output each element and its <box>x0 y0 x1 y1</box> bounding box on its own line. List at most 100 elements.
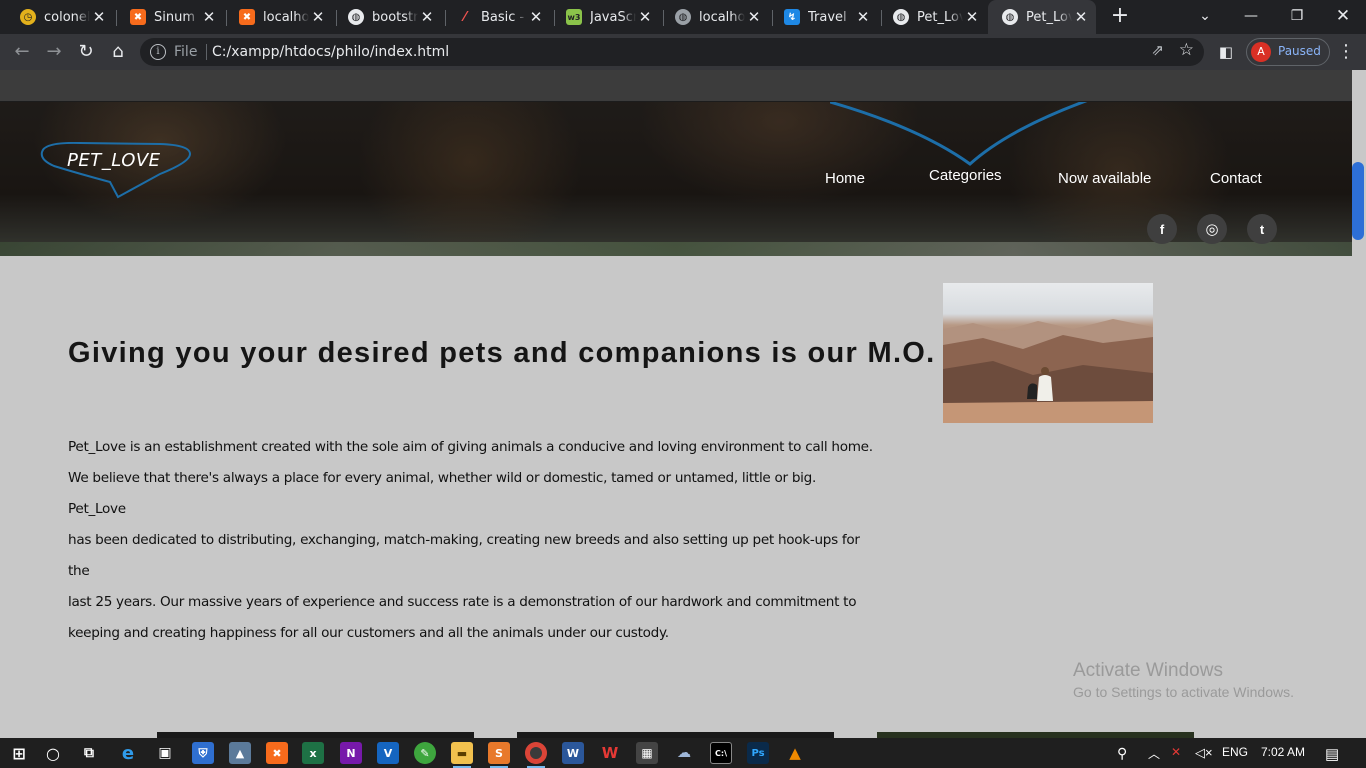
globe-icon: ◍ <box>348 9 364 25</box>
task-view-icon[interactable]: ⧉ <box>78 742 100 764</box>
minimize-button[interactable]: — <box>1228 0 1274 34</box>
avatar: A <box>1251 42 1271 62</box>
show-hidden-icons-chevron-icon[interactable]: ︿ <box>1148 745 1160 762</box>
close-tab-icon[interactable]: ✕ <box>854 8 872 26</box>
browser-tab[interactable]: ◍ bootstra ✕ <box>334 0 442 34</box>
nav-now-available[interactable]: Now available <box>1058 170 1151 187</box>
page-scrollbar[interactable] <box>1352 70 1366 738</box>
scrimba-icon: ⁄ <box>457 9 473 25</box>
browser-tab[interactable]: ✖ Sinum re ✕ <box>116 0 224 34</box>
restore-button[interactable]: ❐ <box>1274 0 1320 34</box>
photoshop-icon[interactable]: Ps <box>747 742 769 764</box>
xampp-icon[interactable]: ✖ <box>266 742 288 764</box>
address-bar[interactable]: i File C:/xampp/htdocs/philo/index.html … <box>140 38 1204 66</box>
close-tab-icon[interactable]: ✕ <box>200 8 218 26</box>
chrome-icon[interactable] <box>525 742 547 768</box>
green-app-icon[interactable]: ✎ <box>414 742 436 764</box>
reload-button[interactable]: ↻ <box>72 38 100 66</box>
close-tab-icon[interactable]: ✕ <box>636 8 654 26</box>
photos-icon[interactable]: ▲ <box>229 742 251 764</box>
close-tab-icon[interactable]: ✕ <box>527 8 545 26</box>
site-logo[interactable]: PET_LOVE <box>40 142 192 202</box>
share-icon[interactable]: ⇗ <box>1151 41 1164 59</box>
notifications-icon[interactable]: ▤ <box>1325 745 1339 763</box>
close-tab-icon[interactable]: ✕ <box>418 8 436 26</box>
cloud-app-icon[interactable]: ☁ <box>673 742 695 764</box>
edge-icon[interactable]: e <box>117 742 139 764</box>
browser-tab[interactable]: w3 JavaScri ✕ <box>552 0 660 34</box>
browser-tab[interactable]: ◍ Pet_Love ✕ <box>879 0 987 34</box>
browser-tab-active[interactable]: ◍ Pet_Love ✕ <box>988 0 1096 34</box>
globe-icon: ◍ <box>1002 9 1018 25</box>
browser-tab[interactable]: ↯ Travel ✕ <box>770 0 878 34</box>
wps-office-icon[interactable]: W <box>599 742 621 764</box>
volume-muted-icon[interactable]: ◁× <box>1195 745 1213 761</box>
browser-tab[interactable]: ◷ coloneli ✕ <box>6 0 114 34</box>
scrollbar-thumb[interactable] <box>1352 162 1364 240</box>
facebook-icon[interactable]: f <box>1147 214 1177 244</box>
about-paragraph: Pet_Love is an establishment created wit… <box>68 432 873 649</box>
side-panel-icon[interactable]: ◧ <box>1212 38 1240 66</box>
forward-button[interactable]: → <box>40 38 68 66</box>
bookmark-star-icon[interactable]: ☆ <box>1179 40 1194 60</box>
tab-title: bootstra <box>372 9 418 25</box>
word-icon[interactable]: W <box>562 742 584 764</box>
twitter-icon[interactable]: t <box>1247 214 1277 244</box>
tab-title: coloneli <box>44 9 90 25</box>
new-tab-button[interactable]: + <box>1108 4 1132 28</box>
vscode-icon[interactable]: V <box>377 742 399 764</box>
logo-text: PET_LOVE <box>67 150 161 171</box>
vlc-icon[interactable]: ▲ <box>784 742 806 764</box>
url-scheme-label: File <box>174 44 198 60</box>
windows-taskbar: ⊞ ○ ⧉ e ▣ ⛨ ▲ ✖ x N V ✎ ▬ S W W ▦ ☁ C:\ … <box>0 738 1366 768</box>
network-disconnected-icon[interactable]: ✕ <box>1171 745 1181 759</box>
browser-tab[interactable]: ◍ localhos ✕ <box>661 0 769 34</box>
close-tab-icon[interactable]: ✕ <box>963 8 981 26</box>
nav-categories[interactable]: Categories <box>929 167 1002 184</box>
close-tab-icon[interactable]: ✕ <box>90 8 108 26</box>
language-indicator[interactable]: ENG <box>1222 745 1248 759</box>
excel-icon[interactable]: x <box>302 742 324 764</box>
globe-icon: ◍ <box>893 9 909 25</box>
about-line: has been dedicated to distributing, exch… <box>68 532 860 579</box>
about-line: Pet_Love is an establishment created wit… <box>68 439 873 455</box>
calculator-icon[interactable]: ▦ <box>636 742 658 764</box>
about-line: last 25 years. Our massive years of expe… <box>68 594 857 610</box>
about-line: keeping and creating happiness for all o… <box>68 625 669 641</box>
file-explorer-icon[interactable]: ▬ <box>451 742 473 768</box>
command-prompt-icon[interactable]: C:\ <box>710 742 732 764</box>
search-icon[interactable]: ○ <box>42 742 64 764</box>
onenote-icon[interactable]: N <box>340 742 362 764</box>
w3schools-icon: w3 <box>566 9 582 25</box>
profile-button[interactable]: A Paused <box>1246 38 1330 66</box>
close-tab-icon[interactable]: ✕ <box>1072 8 1090 26</box>
tab-title: localhos <box>263 9 309 25</box>
nav-contact[interactable]: Contact <box>1210 170 1262 187</box>
close-window-button[interactable]: ✕ <box>1320 0 1366 34</box>
hero-header: PET_LOVE Home Categories Now available C… <box>0 102 1352 256</box>
home-button[interactable]: ⌂ <box>104 38 132 66</box>
browser-toolbar: ← → ↻ ⌂ i File C:/xampp/htdocs/philo/ind… <box>0 34 1366 70</box>
store-icon[interactable]: ▣ <box>154 742 176 764</box>
close-tab-icon[interactable]: ✕ <box>309 8 327 26</box>
url-text[interactable]: C:/xampp/htdocs/philo/index.html <box>212 44 449 60</box>
more-menu-icon[interactable]: ⋮ <box>1332 38 1360 66</box>
sync-status: Paused <box>1278 44 1321 58</box>
tab-strip: ◷ coloneli ✕ ✖ Sinum re ✕ ✖ localhos ✕ ◍… <box>0 0 1366 34</box>
instagram-icon[interactable]: ◎ <box>1197 214 1227 244</box>
windows-start-icon[interactable]: ⊞ <box>8 742 30 764</box>
defender-shield-icon[interactable]: ⛨ <box>192 742 214 764</box>
header-top-band <box>0 70 1352 102</box>
site-info-icon[interactable]: i <box>150 44 166 60</box>
clock[interactable]: 7:02 AM <box>1261 745 1305 759</box>
people-icon[interactable]: ⚲ <box>1117 745 1127 762</box>
page-viewport: PET_LOVE Home Categories Now available C… <box>0 70 1366 738</box>
sublime-text-icon[interactable]: S <box>488 742 510 768</box>
back-button[interactable]: ← <box>8 38 36 66</box>
tab-search-chevron-icon[interactable]: ⌄ <box>1182 0 1228 34</box>
tab-title: localhos <box>699 9 745 25</box>
close-tab-icon[interactable]: ✕ <box>745 8 763 26</box>
browser-tab[interactable]: ✖ localhos ✕ <box>225 0 333 34</box>
browser-tab[interactable]: ⁄ Basic - S ✕ <box>443 0 551 34</box>
nav-home[interactable]: Home <box>825 170 865 187</box>
